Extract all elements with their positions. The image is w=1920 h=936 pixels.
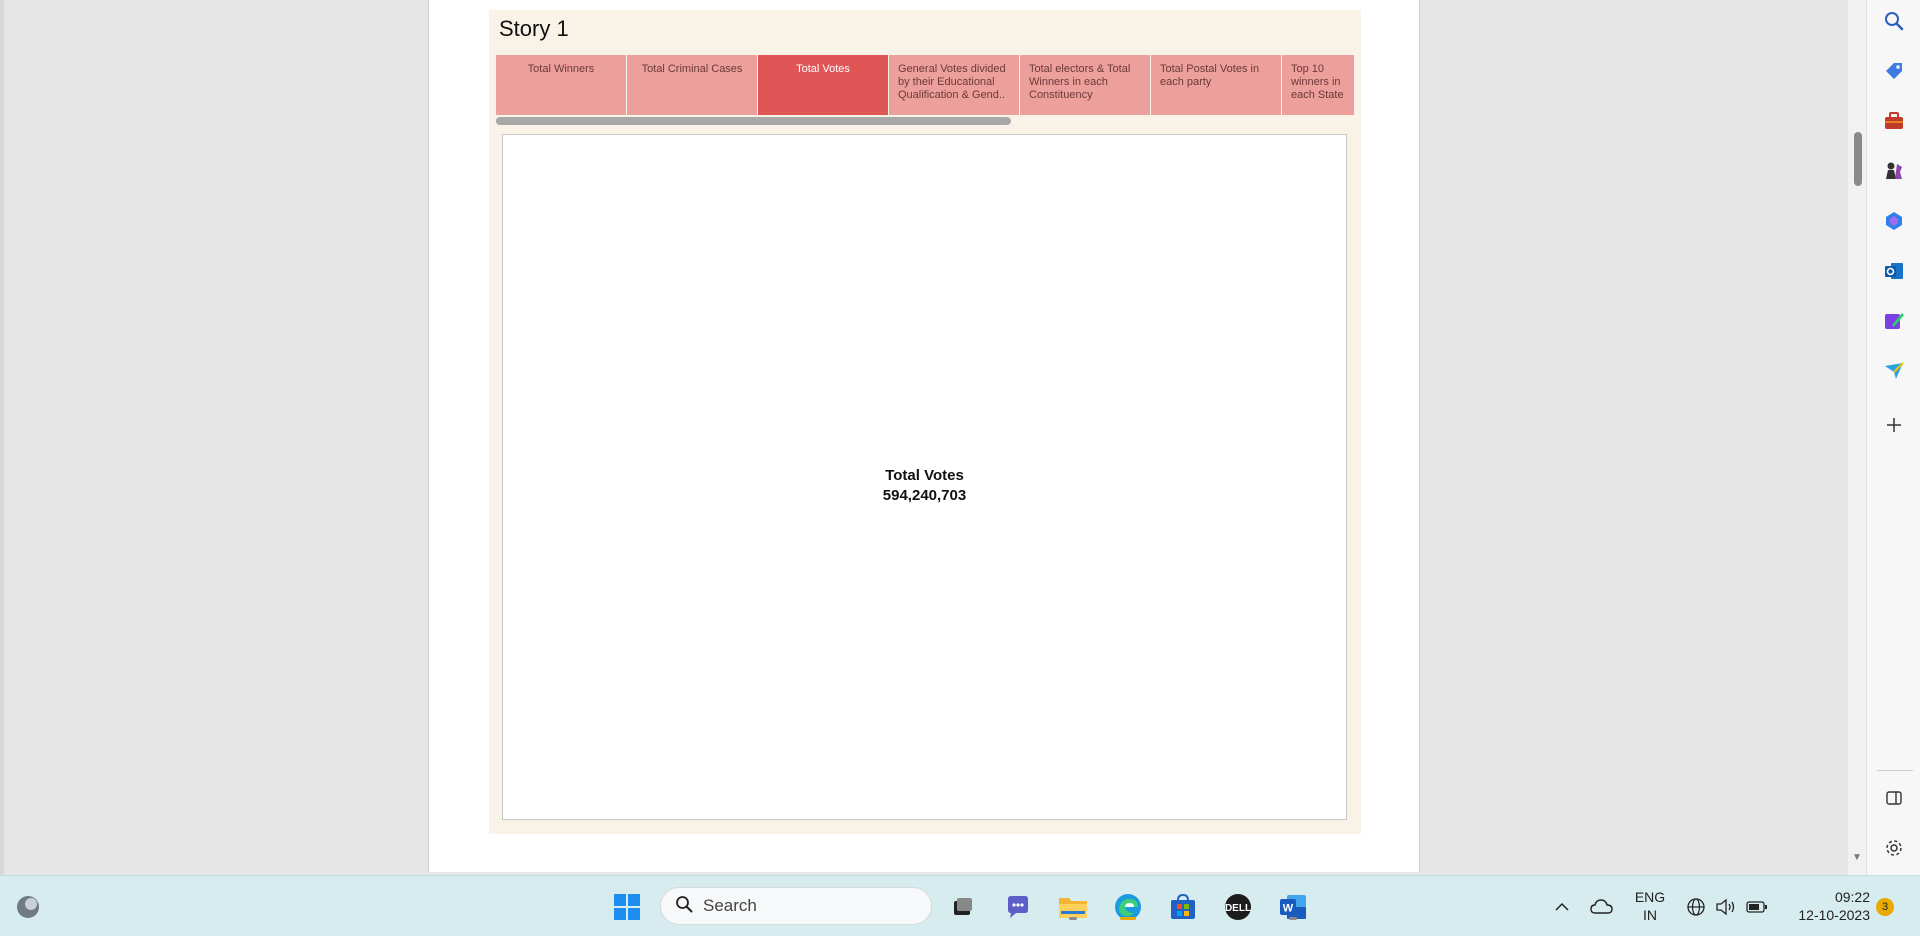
onedrive-cloud-icon[interactable] xyxy=(1588,890,1616,924)
page-scrollbar-thumb[interactable] xyxy=(1854,132,1862,186)
document-page: Story 1 Total Winners Total Criminal Cas… xyxy=(428,0,1420,872)
chess-icon[interactable] xyxy=(1882,159,1906,183)
copilot-icon[interactable] xyxy=(1882,209,1906,233)
tab-top-10-winners[interactable]: Top 10 winners in each State xyxy=(1282,55,1354,115)
taskbar: DELL W ENG IN 09:22 12-10-2023 3 xyxy=(0,875,1920,936)
story-title: Story 1 xyxy=(499,16,569,41)
tab-total-winners[interactable]: Total Winners xyxy=(496,55,626,115)
running-indicator xyxy=(1069,917,1077,920)
tab-total-postal-votes[interactable]: Total Postal Votes in each party xyxy=(1151,55,1281,115)
svg-text:DELL: DELL xyxy=(1225,903,1251,914)
scroll-down-arrow-icon[interactable]: ▼ xyxy=(1852,852,1862,863)
language-code: ENG xyxy=(1634,889,1666,905)
task-view-icon[interactable] xyxy=(946,890,980,924)
start-button-icon[interactable] xyxy=(610,890,644,924)
tab-total-electors-winners[interactable]: Total electors & Total Winners in each C… xyxy=(1020,55,1150,115)
sidebar-divider xyxy=(1877,770,1913,771)
kpi-card: Total Votes 594,240,703 xyxy=(503,466,1346,506)
language-indicator[interactable]: ENG IN xyxy=(1628,888,1672,924)
region-code: IN xyxy=(1643,907,1657,923)
search-icon xyxy=(675,895,693,918)
svg-text:W: W xyxy=(1283,903,1294,915)
clock[interactable]: 09:22 12-10-2023 xyxy=(1782,888,1870,924)
window-left-edge xyxy=(0,0,4,875)
file-explorer-icon[interactable] xyxy=(1055,890,1091,924)
dell-icon[interactable]: DELL xyxy=(1220,890,1256,924)
tab-total-votes[interactable]: Total Votes xyxy=(758,55,888,115)
tab-total-criminal-cases[interactable]: Total Criminal Cases xyxy=(627,55,757,115)
kpi-label: Total Votes xyxy=(885,467,964,484)
search-icon[interactable] xyxy=(1882,9,1906,33)
split-view-icon[interactable] xyxy=(1882,786,1906,810)
chevron-up-icon[interactable] xyxy=(1550,890,1574,924)
story-container: Story 1 Total Winners Total Criminal Cas… xyxy=(489,10,1361,834)
running-indicator xyxy=(1289,917,1297,920)
clock-time: 09:22 xyxy=(1834,889,1870,905)
active-indicator xyxy=(1120,917,1136,920)
edge-browser-icon[interactable] xyxy=(1110,890,1146,924)
network-globe-icon[interactable] xyxy=(1684,890,1708,924)
story-tabs: Total Winners Total Criminal Cases Total… xyxy=(496,55,1354,115)
dashboard-canvas: Total Votes 594,240,703 xyxy=(502,134,1347,820)
page-vertical-scrollbar[interactable]: ▼ xyxy=(1848,0,1866,875)
volume-icon[interactable] xyxy=(1714,890,1738,924)
teams-chat-icon[interactable] xyxy=(1000,890,1036,924)
tag-icon[interactable] xyxy=(1882,59,1906,83)
notification-badge[interactable]: 3 xyxy=(1876,898,1894,916)
taskbar-search[interactable] xyxy=(660,887,932,925)
word-icon[interactable]: W xyxy=(1275,890,1311,924)
designer-icon[interactable] xyxy=(1882,309,1906,333)
edge-sidebar xyxy=(1866,0,1920,875)
browser-viewport: Story 1 Total Winners Total Criminal Cas… xyxy=(0,0,1866,875)
toolbox-icon[interactable] xyxy=(1882,109,1906,133)
taskbar-search-input[interactable] xyxy=(703,896,903,916)
send-icon[interactable] xyxy=(1882,359,1906,383)
tab-general-votes-education-gender[interactable]: General Votes divided by their Education… xyxy=(889,55,1019,115)
battery-icon[interactable] xyxy=(1744,890,1770,924)
tabs-scrollbar-thumb[interactable] xyxy=(496,117,1011,125)
kpi-value: 594,240,703 xyxy=(882,487,967,504)
clock-date: 12-10-2023 xyxy=(1798,907,1870,923)
microsoft-store-icon[interactable] xyxy=(1165,890,1201,924)
tabs-scrollbar[interactable] xyxy=(496,117,1354,125)
outlook-icon[interactable] xyxy=(1882,259,1906,283)
settings-icon[interactable] xyxy=(1882,836,1906,860)
add-icon[interactable] xyxy=(1882,413,1906,437)
weather-widget-icon[interactable] xyxy=(12,890,44,924)
